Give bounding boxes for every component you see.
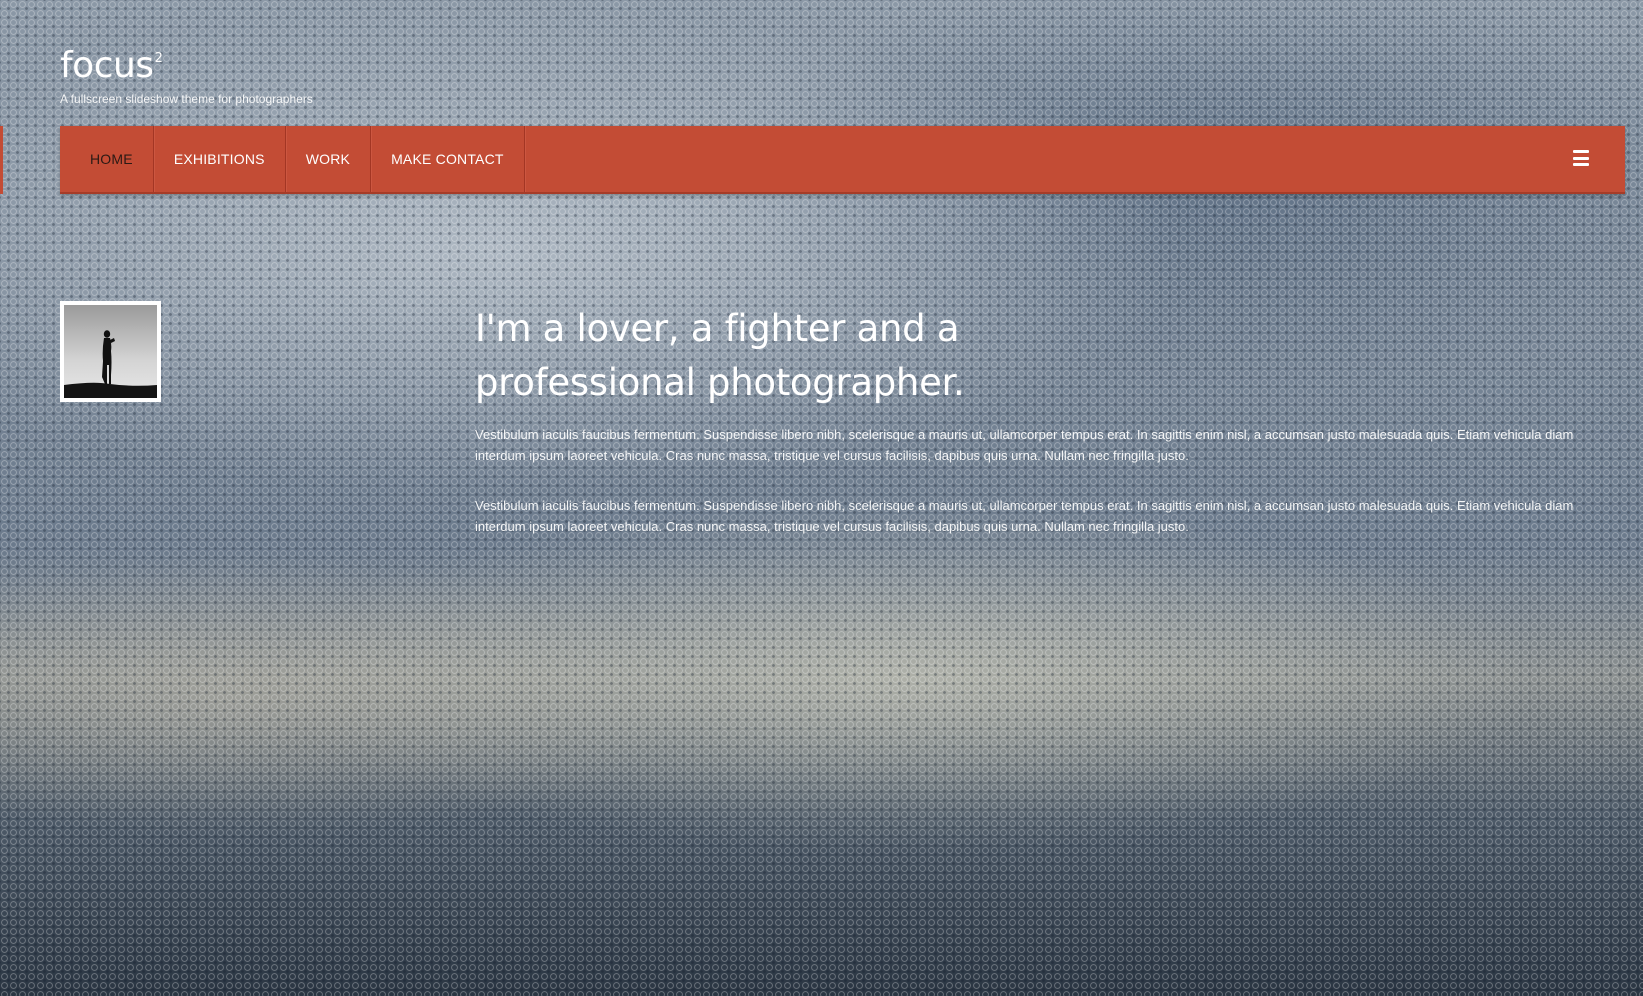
site-tagline: A fullscreen slideshow theme for photogr…	[60, 92, 313, 106]
nav-item-home[interactable]: HOME	[60, 126, 154, 192]
main-navigation: HOME EXHIBITIONS WORK MAKE CONTACT	[60, 126, 1625, 194]
intro-paragraph-1: Vestibulum iaculis faucibus fermentum. S…	[475, 427, 1574, 463]
logo-superscript: 2	[154, 51, 163, 66]
logo-text: focus	[60, 45, 154, 86]
intro-paragraph-2: Vestibulum iaculis faucibus fermentum. S…	[475, 498, 1574, 534]
intro-section: I'm a lover, a fighter and a professiona…	[475, 302, 1585, 537]
nav-edge-accent	[0, 126, 3, 194]
nav-item-make-contact[interactable]: MAKE CONTACT	[371, 126, 525, 192]
site-logo[interactable]: focus2	[60, 45, 163, 86]
headline-line-2: professional photographer.	[475, 361, 965, 404]
site-header: focus2 A fullscreen slideshow theme for …	[60, 45, 313, 107]
hamburger-menu-icon[interactable]	[1573, 150, 1589, 166]
headline-line-1: I'm a lover, a fighter and a	[475, 307, 960, 350]
intro-headline: I'm a lover, a fighter and a professiona…	[475, 302, 1585, 410]
nav-item-exhibitions[interactable]: EXHIBITIONS	[154, 126, 286, 192]
photographer-silhouette-image	[64, 305, 157, 398]
nav-item-work[interactable]: WORK	[286, 126, 372, 192]
profile-avatar	[60, 301, 161, 402]
